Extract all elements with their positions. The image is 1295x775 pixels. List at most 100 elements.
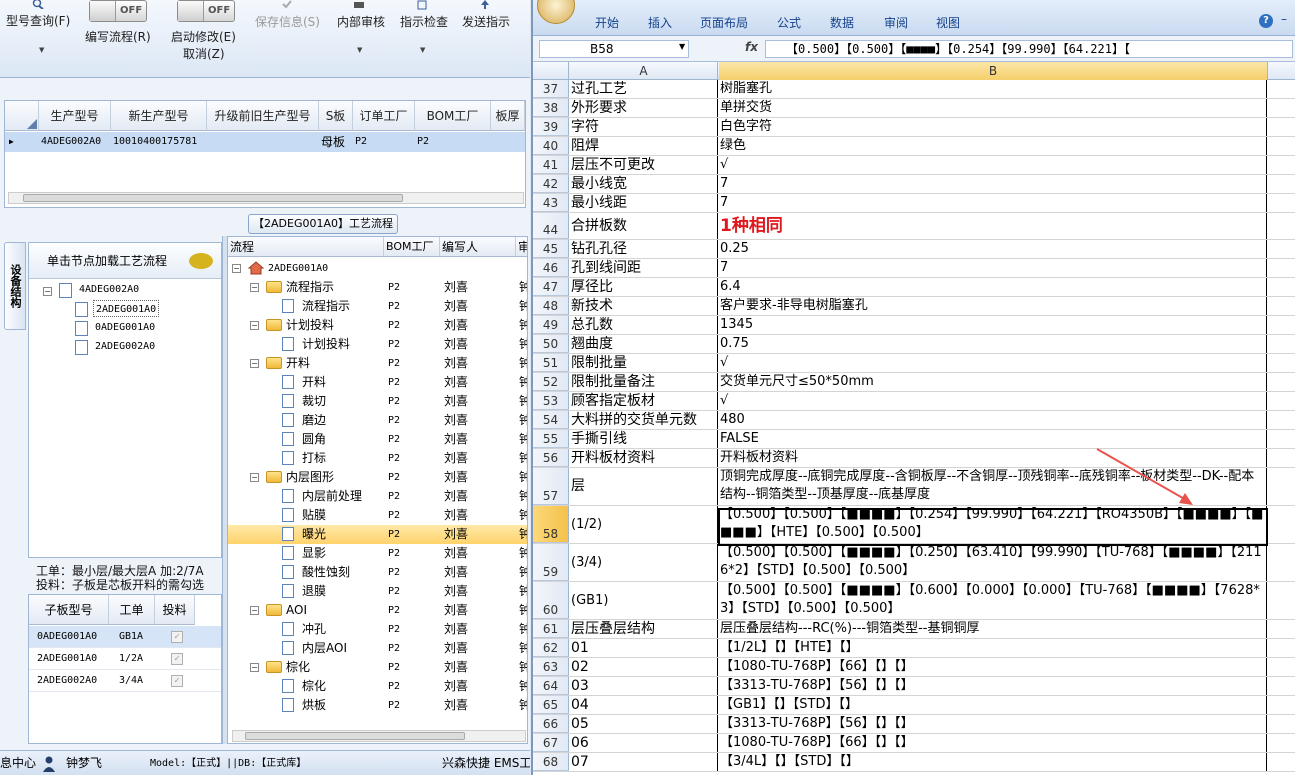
cell-b[interactable]: 0.25 — [719, 240, 1267, 258]
cell-a[interactable]: 05 — [570, 715, 718, 733]
feed-checkbox[interactable]: ✓ — [171, 675, 183, 687]
row-number[interactable]: 39 — [533, 118, 569, 136]
row-number[interactable]: 37 — [533, 80, 569, 98]
cancel-button[interactable]: 取消(Z) — [183, 45, 225, 62]
row-number[interactable]: 50 — [533, 335, 569, 353]
cell-b[interactable]: 单拼交货 — [719, 99, 1267, 117]
cell-a[interactable]: 总孔数 — [570, 316, 718, 334]
col-header-flow[interactable]: 流程 — [228, 237, 384, 257]
flow-step-row[interactable]: 酸性蚀刻 P2 刘喜 钟 — [228, 563, 527, 582]
flow-step-row[interactable]: 冲孔 P2 刘喜 钟 — [228, 620, 527, 639]
cell-b[interactable]: 0.75 — [719, 335, 1267, 353]
cell-a[interactable]: 04 — [570, 696, 718, 714]
message-center-label[interactable]: 息中心 — [0, 751, 36, 775]
cell-b[interactable]: 【0.500】【0.500】【■■■■】【0.600】【0.000】【0.000… — [719, 582, 1267, 619]
cell-a[interactable]: 06 — [570, 734, 718, 752]
table-row[interactable]: 2ADEG002A0 3/4A ✓ — [29, 670, 221, 692]
col-header-b[interactable]: B — [719, 62, 1268, 80]
row-number[interactable]: 47 — [533, 278, 569, 296]
cell-b[interactable]: 7 — [719, 259, 1267, 277]
cell-b[interactable]: √ — [719, 156, 1267, 174]
tab-home[interactable]: 开始 — [595, 14, 619, 31]
cell-a[interactable]: 最小线距 — [570, 194, 718, 212]
cell-b[interactable]: 【3/4L】【】【STD】【】 — [719, 753, 1267, 771]
ribbon-close-icon[interactable]: – — [1281, 12, 1287, 26]
cell-b[interactable]: 树脂塞孔 — [719, 80, 1267, 98]
formula-input[interactable]: 【0.500】【0.500】【■■■■】【0.254】【99.990】【64.2… — [765, 40, 1293, 58]
name-box[interactable]: B58 — [539, 40, 689, 58]
tree-collapse-icon[interactable]: − — [43, 287, 52, 296]
flow-step-row[interactable]: 流程指示 P2 刘喜 钟 — [228, 297, 527, 316]
row-number[interactable]: 62 — [533, 639, 569, 657]
tab-insert[interactable]: 插入 — [648, 14, 672, 31]
tree-collapse-icon[interactable]: − — [250, 663, 259, 672]
row-number[interactable]: 49 — [533, 316, 569, 334]
flow-step-row[interactable]: 贴膜 P2 刘喜 钟 — [228, 506, 527, 525]
row-number[interactable]: 46 — [533, 259, 569, 277]
flow-step-row[interactable]: − 内层图形 P2 刘喜 钟 — [228, 468, 527, 487]
cell-a[interactable]: 限制批量 — [570, 354, 718, 372]
cell-a[interactable]: 顾客指定板材 — [570, 392, 718, 410]
flow-step-row[interactable]: 计划投料 P2 刘喜 钟 — [228, 335, 527, 354]
tree-node-child-3[interactable]: 2ADEG002A0 — [95, 338, 155, 355]
tab-page-layout[interactable]: 页面布局 — [700, 14, 748, 31]
row-number[interactable]: 48 — [533, 297, 569, 315]
col-header-thickness[interactable]: 板厚 — [491, 101, 525, 131]
row-number[interactable]: 68 — [533, 753, 569, 771]
col-header-s-board[interactable]: S板 — [319, 101, 353, 131]
tree-collapse-icon[interactable]: − — [250, 359, 259, 368]
cell-b[interactable]: 7 — [719, 175, 1267, 193]
cell-a[interactable]: 开料板材资料 — [570, 449, 718, 467]
select-all-corner[interactable] — [533, 62, 569, 80]
cell-a[interactable]: 最小线宽 — [570, 175, 718, 193]
row-number[interactable]: 54 — [533, 411, 569, 429]
flow-step-row[interactable]: − 开料 P2 刘喜 钟 — [228, 354, 527, 373]
tree-node-child-1[interactable]: 2ADEG001A0 — [93, 300, 160, 317]
cell-a[interactable]: (1/2) — [570, 506, 718, 543]
row-number[interactable]: 38 — [533, 99, 569, 117]
col-header-author[interactable]: 编写人 — [440, 237, 516, 257]
cell-a[interactable]: 层压不可更改 — [570, 156, 718, 174]
col-header-new-model[interactable]: 新生产型号 — [111, 101, 207, 131]
row-number[interactable]: 53 — [533, 392, 569, 410]
splitter[interactable] — [222, 236, 227, 744]
flow-step-row[interactable]: 曝光 P2 刘喜 钟 — [228, 525, 527, 544]
query-model-button[interactable]: 型号查询(F) — [6, 0, 70, 29]
flow-step-row[interactable]: 开料 P2 刘喜 钟 — [228, 373, 527, 392]
edit-flow-button[interactable]: 编写流程(R) — [85, 28, 151, 45]
edit-flow-toggle[interactable]: OFF — [89, 0, 147, 22]
tree-node-root[interactable]: 4ADEG002A0 — [79, 281, 139, 298]
flow-step-row[interactable]: − 计划投料 P2 刘喜 钟 — [228, 316, 527, 335]
cell-a[interactable]: 02 — [570, 658, 718, 676]
start-modify-toggle[interactable]: OFF — [177, 0, 235, 22]
cell-a[interactable]: 层压叠层结构 — [570, 620, 718, 638]
row-number[interactable]: 45 — [533, 240, 569, 258]
cell-a[interactable]: 钻孔孔径 — [570, 240, 718, 258]
send-instruction-button[interactable]: 发送指示 — [462, 13, 510, 30]
tree-collapse-icon[interactable]: − — [250, 606, 259, 615]
col-header-model[interactable]: 生产型号 — [39, 101, 111, 131]
flow-step-row[interactable]: 打标 P2 刘喜 钟 — [228, 449, 527, 468]
cell-b[interactable]: 1种相同 — [719, 213, 1267, 239]
tree-collapse-icon[interactable]: − — [250, 283, 259, 292]
flow-root-row[interactable]: − 2ADEG001A0 — [228, 259, 527, 278]
cell-b[interactable]: 7 — [719, 194, 1267, 212]
row-number[interactable]: 60 — [533, 582, 569, 619]
table-row[interactable]: ▶ 4ADEG002A0 10010400175781 母板 P2 P2 — [5, 132, 525, 152]
tree-collapse-icon[interactable]: − — [250, 321, 259, 330]
table-row[interactable]: 2ADEG001A0 1/2A ✓ — [29, 648, 221, 670]
flow-step-row[interactable]: 内层前处理 P2 刘喜 钟 — [228, 487, 527, 506]
cell-a[interactable]: (GB1) — [570, 582, 718, 619]
col-header-sub-model[interactable]: 子板型号 — [29, 595, 109, 625]
row-number[interactable]: 57 — [533, 468, 569, 505]
name-box-dropdown-icon[interactable]: ▼ — [679, 42, 685, 51]
tree-node-child-2[interactable]: 0ADEG001A0 — [95, 319, 155, 336]
cell-a[interactable]: 限制批量备注 — [570, 373, 718, 391]
cell-b[interactable]: √ — [719, 354, 1267, 372]
audit-dropdown-arrow[interactable]: ▼ — [357, 46, 362, 54]
cell-b[interactable]: 【1080-TU-768P】【66】【】【】 — [719, 658, 1267, 676]
flow-step-row[interactable]: 退膜 P2 刘喜 钟 — [228, 582, 527, 601]
flow-step-row[interactable]: − 棕化 P2 刘喜 钟 — [228, 658, 527, 677]
cell-a[interactable]: 07 — [570, 753, 718, 771]
row-number[interactable]: 63 — [533, 658, 569, 676]
